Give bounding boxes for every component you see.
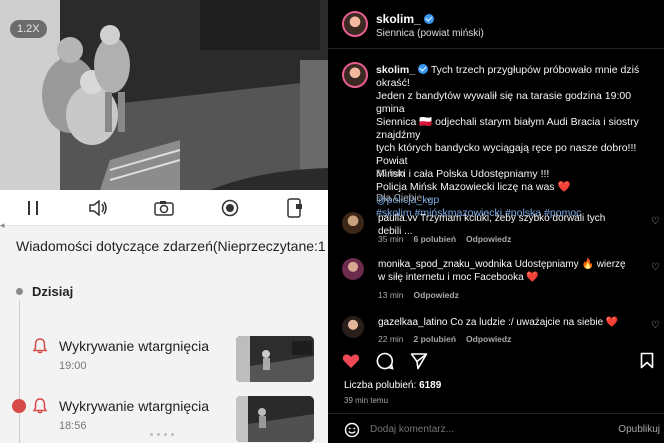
reply-button[interactable]: Odpowiedz — [466, 234, 511, 244]
avatar[interactable] — [342, 62, 368, 88]
post-username[interactable]: skolim_ — [376, 12, 434, 26]
comment-username[interactable]: paulla.vv — [378, 213, 417, 224]
avatar[interactable] — [342, 258, 364, 280]
publish-button[interactable]: Opublikuj — [618, 424, 660, 435]
event-time: 18:56 — [59, 420, 87, 432]
pagination-dots — [150, 433, 174, 436]
event-item[interactable]: Wykrywanie wtargnięcia 19:00 — [0, 336, 328, 396]
heart-filled-icon[interactable] — [342, 353, 360, 374]
verified-badge-icon — [423, 14, 434, 24]
share-icon[interactable] — [410, 352, 428, 375]
post-location[interactable]: Siennica (powiat miński) — [376, 28, 484, 39]
caption-line: Policja Mińsk Mazowiecki liczę na was ❤️ — [376, 181, 571, 193]
event-time: 19:00 — [59, 360, 87, 372]
event-thumbnail[interactable] — [236, 396, 314, 442]
comment-likes[interactable]: 6 polubień — [414, 234, 457, 244]
event-thumbnail[interactable] — [236, 336, 314, 382]
caption-line: tych których bandycko wyciągają ręce po … — [376, 142, 637, 167]
zoom-level-badge: 1.2X — [10, 20, 47, 38]
comment-body: Co za ludzie :/ uważajcie na siebie ❤️ — [450, 317, 619, 328]
volume-icon[interactable] — [84, 194, 112, 222]
pause-icon[interactable] — [19, 194, 47, 222]
timeline-dot — [16, 288, 23, 295]
post-time: 39 min temu — [344, 396, 389, 405]
comment-time: 22 min — [378, 334, 404, 344]
caption-line: Tych trzech przygłupów próbowało mnie dz… — [376, 64, 640, 89]
comment-text-block: gazelkaa_latino Co za ludzie :/ uważajci… — [378, 316, 628, 329]
camera-live-view[interactable]: 1.2X — [0, 0, 328, 190]
instagram-panel: skolim_ Siennica (powiat miński) skolim_… — [328, 0, 664, 443]
comment-time: 13 min — [378, 290, 404, 300]
record-icon[interactable] — [216, 194, 244, 222]
camera-scene-image — [0, 0, 328, 190]
comment-icon[interactable] — [376, 352, 394, 375]
heart-outline-icon[interactable]: ♡ — [651, 320, 660, 331]
comment-text-block: monika_spod_znaku_wodnika Udostępniamy 🔥… — [378, 258, 628, 284]
bell-icon — [32, 398, 48, 419]
chevron-left-icon[interactable]: ◂ — [0, 220, 6, 230]
comment-meta: 35 min 6 polubień Odpowiedz — [378, 234, 521, 244]
post-username-text: skolim_ — [376, 12, 421, 26]
heart-outline-icon[interactable]: ♡ — [651, 216, 660, 227]
comment-input[interactable] — [370, 424, 570, 435]
phone-icon[interactable] — [281, 194, 309, 222]
comment-meta: 13 min Odpowiedz — [378, 290, 469, 300]
reply-button[interactable]: Odpowiedz — [414, 290, 459, 300]
comment-meta: 22 min 2 polubień Odpowiedz — [378, 334, 521, 344]
caption-time: 39 min — [376, 168, 405, 179]
comment-time: 35 min — [378, 234, 404, 244]
event-title: Wykrywanie wtargnięcia — [59, 398, 210, 414]
comment: paulla.vv Trzymam kciuki, żeby szybko do… — [340, 212, 660, 252]
likes-count[interactable]: Liczba polubień: 6189 — [344, 380, 441, 391]
heart-outline-icon[interactable]: ♡ — [651, 262, 660, 273]
day-label: Dzisiaj — [32, 284, 74, 299]
avatar[interactable] — [342, 11, 368, 37]
emoji-icon[interactable] — [344, 422, 360, 443]
comment: gazelkaa_latino Co za ludzie :/ uważajci… — [340, 316, 660, 356]
caption-line: Jeden z bandytów wywalił się na tarasie … — [376, 90, 632, 115]
avatar[interactable] — [342, 212, 364, 234]
likes-label: Liczba polubień: — [344, 380, 417, 391]
divider — [328, 413, 664, 414]
caption-username[interactable]: skolim_ — [376, 64, 415, 76]
camera-control-bar — [0, 190, 328, 226]
event-title: Wykrywanie wtargnięcia — [59, 338, 210, 354]
reply-button[interactable]: Odpowiedz — [466, 334, 511, 344]
comment-likes[interactable]: 2 polubień — [414, 334, 457, 344]
caption-line: Siennica 🇵🇱 odjechali starym białym Audi… — [376, 116, 639, 141]
likes-number: 6189 — [419, 380, 442, 391]
for-you-filter[interactable]: Dla Ciebie ⌄ — [376, 193, 433, 204]
verified-badge-icon — [418, 64, 429, 74]
comment-username[interactable]: monika_spod_znaku_wodnika — [378, 259, 512, 270]
bell-icon — [32, 338, 48, 359]
divider — [328, 48, 664, 49]
camera-icon[interactable] — [150, 194, 178, 222]
comment-username[interactable]: gazelkaa_latino — [378, 317, 448, 328]
camera-app-panel: 1.2X ◂ Wiadomości dotyczące zdarzeń(Niep… — [0, 0, 328, 443]
bookmark-icon[interactable] — [640, 352, 654, 374]
avatar[interactable] — [342, 316, 364, 338]
events-section-title: Wiadomości dotyczące zdarzeń(Nieprzeczyt… — [16, 238, 326, 254]
comment: monika_spod_znaku_wodnika Udostępniamy 🔥… — [340, 258, 660, 300]
post-actions — [342, 352, 428, 375]
